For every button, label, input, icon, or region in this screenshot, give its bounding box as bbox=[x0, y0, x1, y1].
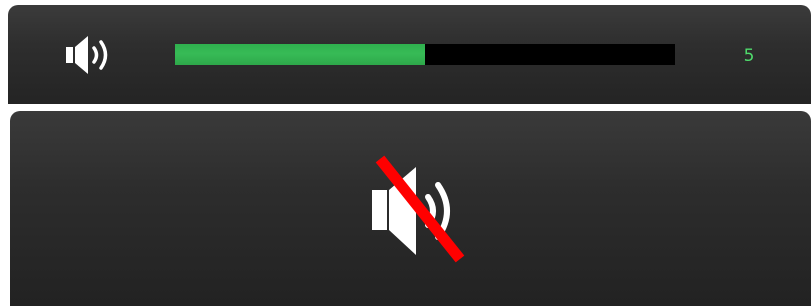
speaker-volume-icon bbox=[66, 36, 108, 74]
volume-level-value: 5 bbox=[743, 46, 755, 66]
volume-slider[interactable] bbox=[175, 44, 675, 65]
volume-level-fill bbox=[175, 44, 425, 65]
speaker-muted-icon bbox=[372, 155, 465, 263]
volume-osd-panel: 5 bbox=[8, 5, 811, 104]
mute-osd-panel bbox=[10, 111, 811, 306]
